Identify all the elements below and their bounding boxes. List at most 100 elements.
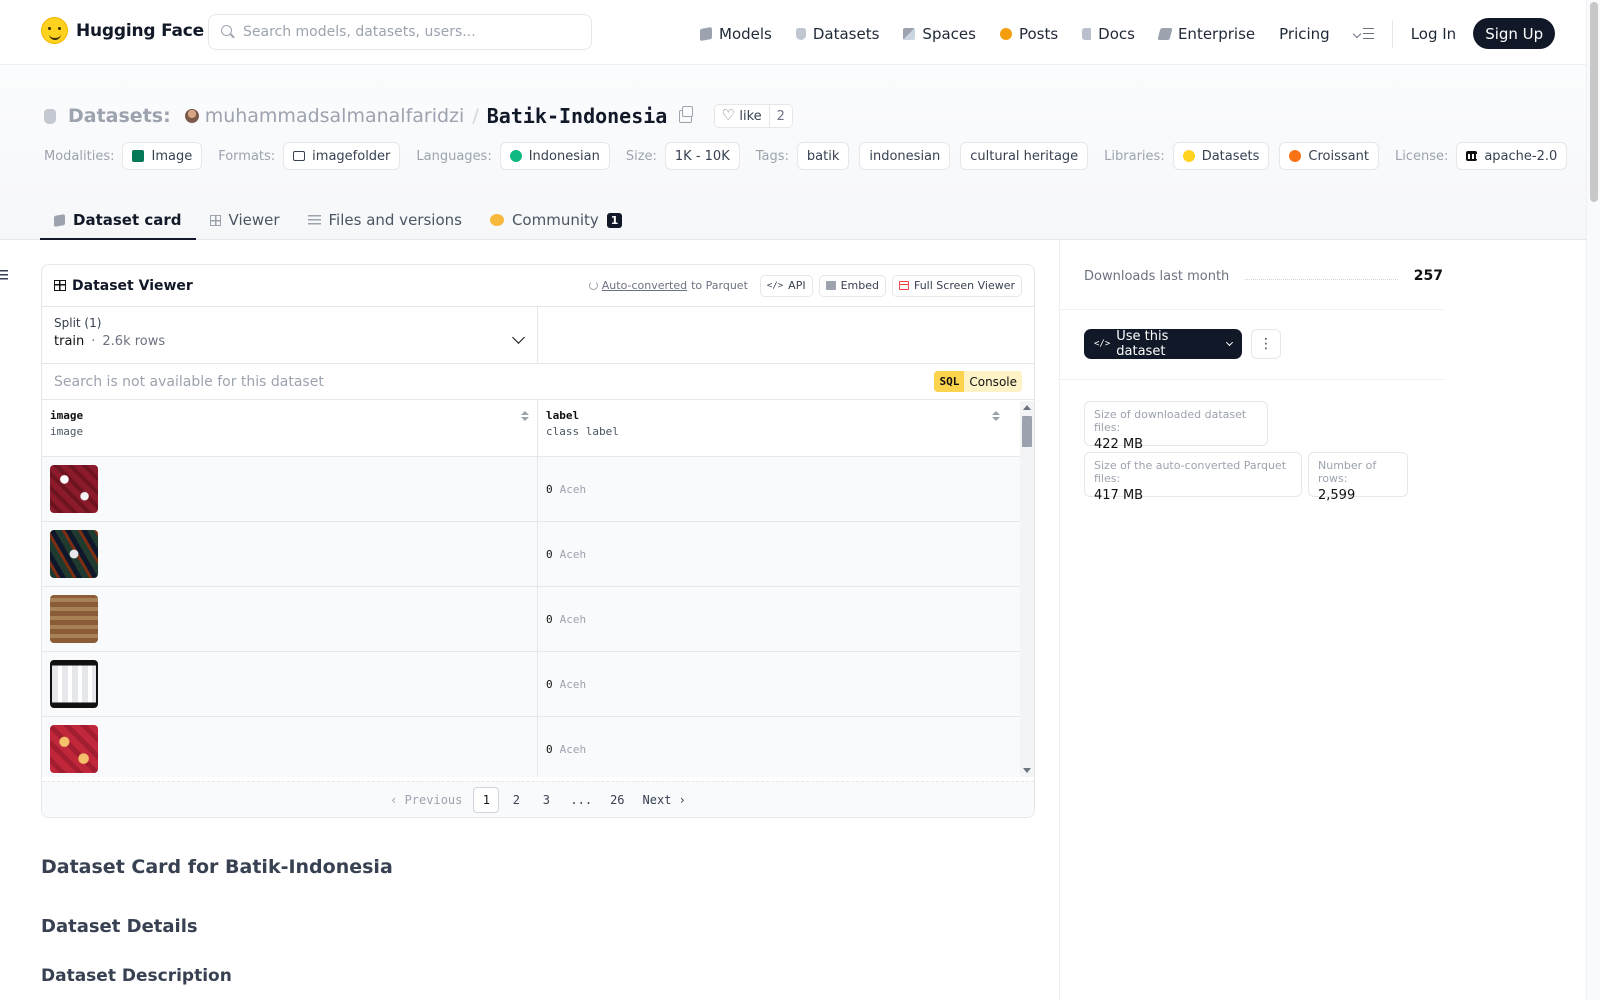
sort-icon[interactable]	[992, 411, 1000, 423]
tag-label: indonesian	[869, 148, 941, 164]
tag-chip[interactable]: batik	[796, 142, 850, 170]
to-parquet-text: to Parquet	[691, 279, 748, 292]
sidebar-toggle-icon[interactable]	[0, 270, 8, 280]
modality-chip[interactable]: Image	[122, 142, 203, 170]
nav-posts[interactable]: Posts	[999, 20, 1059, 48]
image-icon	[132, 150, 145, 162]
nav-spaces[interactable]: Spaces	[903, 20, 976, 48]
search-unavailable-text: Search is not available for this dataset	[54, 373, 324, 390]
language-value: Indonesian	[528, 148, 600, 164]
page-scroll-thumb[interactable]	[1590, 2, 1598, 202]
previous-page-button[interactable]: ‹ Previous	[383, 787, 469, 813]
batik-thumbnail[interactable]	[50, 530, 98, 578]
like-button[interactable]: like 2	[714, 104, 793, 128]
nav-docs[interactable]: Docs	[1082, 20, 1135, 48]
viewer-title: Dataset Viewer	[54, 278, 193, 294]
download-size-stat: Size of downloaded dataset files: 422 MB	[1084, 401, 1268, 452]
viewer-header: Dataset Viewer Auto-converted to Parquet …	[42, 265, 1034, 307]
stat-label: Size of the auto-converted Parquet files…	[1094, 459, 1287, 485]
previous-label: Previous	[404, 792, 463, 807]
split-label: Split (1)	[54, 316, 102, 330]
global-search[interactable]	[208, 14, 592, 50]
nav-enterprise[interactable]: Enterprise	[1157, 20, 1255, 48]
code-icon: </>	[766, 280, 784, 291]
nav-posts-label: Posts	[1018, 24, 1059, 43]
sidebar-divider	[1059, 240, 1060, 1000]
like-count[interactable]: 2	[768, 105, 792, 127]
page-scrollbar[interactable]	[1586, 0, 1600, 1000]
downloads-value: 257	[1413, 268, 1443, 284]
table-icon	[54, 280, 66, 291]
refresh-icon	[588, 281, 598, 290]
nav-pricing[interactable]: Pricing	[1279, 20, 1330, 48]
search-input[interactable]	[243, 24, 563, 40]
page-button[interactable]: 2	[503, 787, 529, 813]
batik-thumbnail[interactable]	[50, 660, 98, 708]
scroll-up-icon[interactable]	[1023, 405, 1031, 410]
format-chip[interactable]: imagefolder	[283, 142, 401, 170]
library-chip-datasets[interactable]: Datasets	[1172, 142, 1270, 170]
batik-thumbnail[interactable]	[50, 725, 98, 773]
table-row[interactable]: 0 Aceh	[42, 457, 1034, 522]
label-name: Aceh	[559, 482, 587, 496]
search-icon	[221, 25, 235, 39]
section-label[interactable]: Datasets:	[68, 105, 171, 127]
like-label: like	[739, 108, 762, 124]
table-row[interactable]: 0 Aceh	[42, 717, 1034, 777]
language-chip[interactable]: Indonesian	[499, 142, 610, 170]
code-icon: </>	[1094, 339, 1111, 349]
login-link[interactable]: Log In	[1411, 25, 1457, 43]
batik-thumbnail[interactable]	[50, 595, 98, 643]
tab-viewer[interactable]: Viewer	[196, 200, 294, 240]
library-label: Croissant	[1308, 148, 1369, 164]
size-chip[interactable]: 1K - 10K	[664, 142, 740, 170]
library-chip-croissant[interactable]: Croissant	[1279, 142, 1379, 170]
page-button[interactable]: 3	[533, 787, 559, 813]
docs-icon	[1082, 27, 1092, 40]
page-button[interactable]: 26	[603, 787, 631, 813]
tab-files[interactable]: Files and versions	[294, 200, 476, 240]
signup-button[interactable]: Sign Up	[1473, 18, 1556, 49]
nav-docs-label: Docs	[1098, 24, 1135, 43]
nav-models[interactable]: Models	[700, 20, 772, 48]
nav-datasets[interactable]: Datasets	[795, 20, 879, 48]
scroll-down-icon[interactable]	[1023, 768, 1031, 773]
brand-logo[interactable]: Hugging Face	[41, 17, 204, 44]
table-row[interactable]: 0 Aceh	[42, 587, 1034, 652]
more-menu-icon[interactable]	[1354, 27, 1374, 40]
tag-chip[interactable]: cultural heritage	[960, 142, 1089, 170]
copy-icon[interactable]	[679, 105, 694, 123]
page-button-current[interactable]: 1	[473, 786, 500, 813]
split-dot: ·	[91, 334, 96, 349]
label-id: 0	[546, 677, 553, 691]
more-options-button[interactable]: ⋮	[1251, 329, 1281, 359]
full-screen-button[interactable]: Full Screen Viewer	[891, 274, 1022, 297]
formats-label: Formats:	[218, 148, 276, 164]
table-row[interactable]: 0 Aceh	[42, 522, 1034, 587]
column-header-label[interactable]: label class label	[538, 400, 1008, 456]
scroll-thumb[interactable]	[1022, 416, 1032, 447]
table-scrollbar[interactable]	[1020, 401, 1034, 777]
sql-console-button[interactable]: SQL Console	[934, 371, 1022, 392]
folder-icon	[293, 151, 306, 161]
sort-icon[interactable]	[521, 411, 529, 423]
column-header-image[interactable]: image image	[42, 400, 538, 456]
embed-button[interactable]: Embed	[818, 274, 886, 297]
size-value: 1K - 10K	[674, 148, 730, 164]
auto-converted-link[interactable]: Auto-converted	[602, 279, 687, 292]
tab-community[interactable]: Community 1	[476, 200, 636, 240]
sidebar-divider	[1060, 379, 1444, 380]
owner-link[interactable]: muhammadsalmanalfaridzi	[205, 105, 465, 127]
batik-thumbnail[interactable]	[50, 465, 98, 513]
next-page-button[interactable]: Next ›	[636, 787, 693, 813]
split-selector[interactable]: Split (1) train · 2.6k rows	[42, 307, 538, 363]
dataset-name[interactable]: Batik-Indonesia	[487, 104, 668, 128]
api-button[interactable]: </> API	[759, 274, 813, 297]
license-chip[interactable]: apache-2.0	[1456, 142, 1568, 170]
tag-label: batik	[806, 148, 840, 164]
use-this-dataset-button[interactable]: </> Use this dataset	[1084, 329, 1242, 359]
tab-dataset-card[interactable]: Dataset card	[40, 200, 196, 240]
column-type: class label	[546, 425, 619, 438]
tag-chip[interactable]: indonesian	[859, 142, 951, 170]
table-row[interactable]: 0 Aceh	[42, 652, 1034, 717]
